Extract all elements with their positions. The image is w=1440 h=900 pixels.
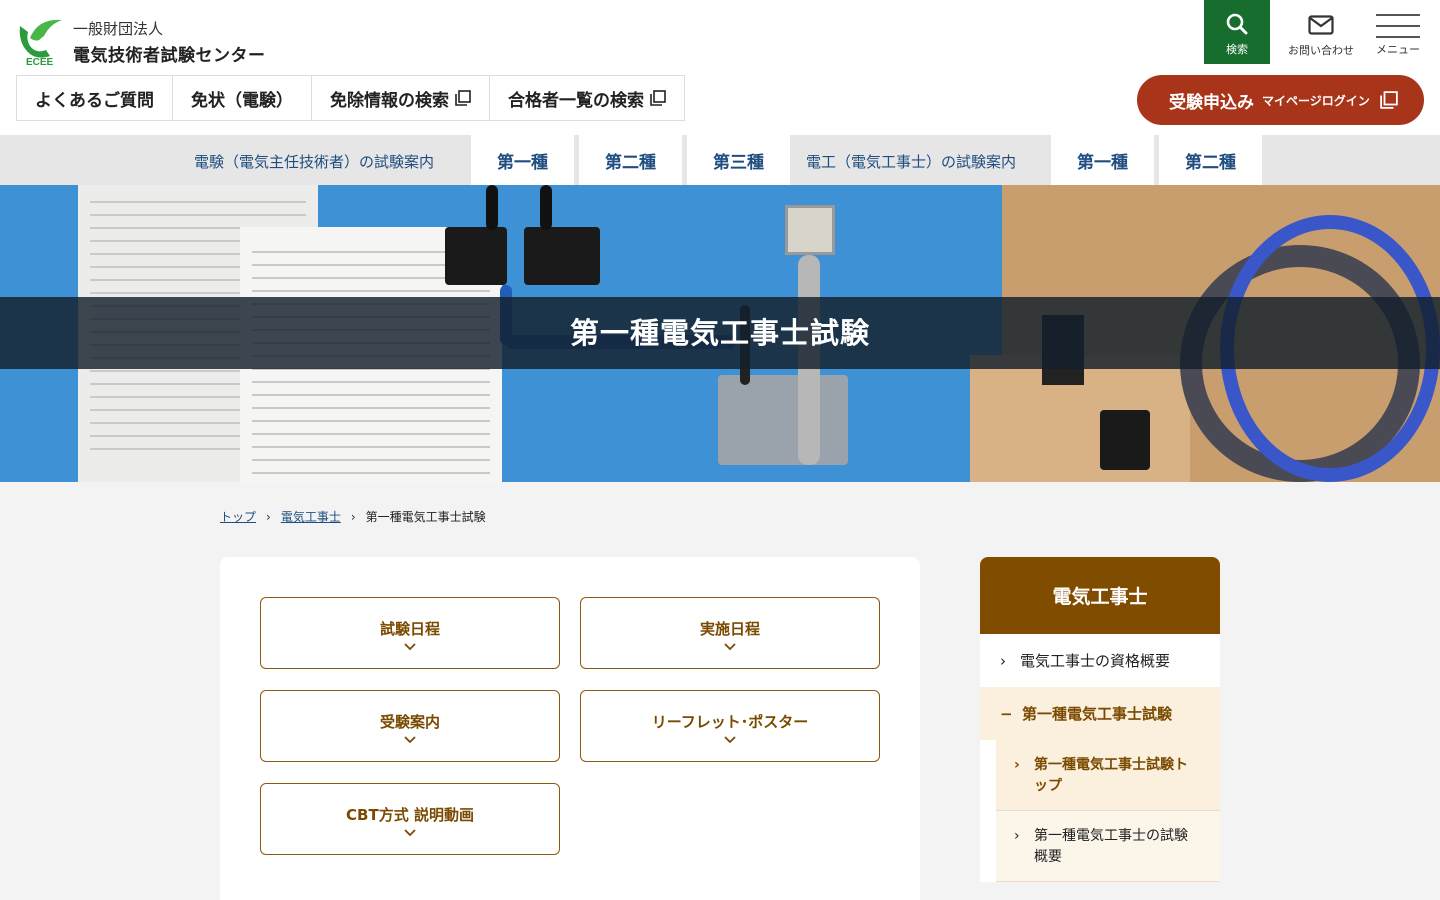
terminal-block-image [445,227,507,285]
breadcrumb-denko-link[interactable]: 電気工事士 [281,508,341,525]
external-window-icon [455,90,471,106]
tab-denken-2[interactable]: 第二種 [579,135,682,185]
side-sub-item-overview[interactable]: › 第一種電気工事士の試験概要 [996,811,1220,882]
external-window-icon [650,90,666,106]
junction-box-image [718,375,848,465]
ecee-logo[interactable]: ECEE [16,16,70,68]
menu-label: メニュー [1376,43,1420,56]
exemption-search-link[interactable]: 免除情報の検索 [312,76,490,120]
cable-image [486,185,498,230]
tab-denko-1[interactable]: 第一種 [1051,135,1154,185]
switch-image [785,205,835,255]
chevron-right-icon: › [1014,828,1020,844]
org-name[interactable]: 電気技術者試験センター [73,41,266,66]
external-window-icon [1379,91,1398,109]
breadcrumb-top-link[interactable]: トップ [220,508,256,525]
chevron-down-icon [724,643,736,651]
page-title: 第一種電気工事士試験 [569,316,870,350]
hamburger-icon [1376,14,1420,38]
cable-image [540,185,552,230]
chevron-down-icon [404,829,416,837]
chevron-down-icon [724,736,736,744]
minus-icon: − [1000,704,1013,723]
denko-guide-link[interactable]: 電工（電気工事士）の試験案内 [806,151,1016,172]
side-sub-item-top[interactable]: › 第一種電気工事士試験トップ [996,740,1220,811]
search-icon [1226,13,1248,35]
anchor-links-card: 試験日程 実施日程 受験案内 リーフレット･ポスター CBT方式 説明動画 [220,557,920,900]
tab-denken-3[interactable]: 第三種 [687,135,790,185]
anchor-exam-schedule[interactable]: 試験日程 [260,597,560,669]
apply-label: 受験申込み [1169,92,1254,113]
logo-text: ECEE [26,57,54,66]
chevron-down-icon [404,736,416,744]
breadcrumb: トップ › 電気工事士 › 第一種電気工事士試験 [220,508,486,525]
apply-mypage-button[interactable]: 受験申込み マイページログイン [1137,75,1424,125]
exam-category-bar: 電験（電気主任技術者）の試験案内 第一種 第二種 第三種 電工（電気工事士）の試… [0,135,1440,185]
faq-link[interactable]: よくあるご質問 [17,76,173,120]
anchor-implementation-schedule[interactable]: 実施日程 [580,597,880,669]
search-label: 検索 [1226,43,1248,56]
terminal-block-image [524,227,600,285]
side-item-overview[interactable]: › 電気工事士の資格概要 [980,634,1220,687]
tab-denken-1[interactable]: 第一種 [471,135,574,185]
mypage-login-label: マイページログイン [1262,93,1370,108]
utility-nav: よくあるご質問 免状（電験） 免除情報の検索 合格者一覧の検索 [16,75,685,121]
chevron-down-icon [404,643,416,651]
anchor-leaflet-poster[interactable]: リーフレット･ポスター [580,690,880,762]
anchor-exam-guide[interactable]: 受験案内 [260,690,560,762]
side-item-class1-exam[interactable]: − 第一種電気工事士試験 [980,687,1220,740]
passer-search-link[interactable]: 合格者一覧の検索 [490,76,684,120]
side-nav-title[interactable]: 電気工事士 [980,557,1220,634]
anchor-cbt-video[interactable]: CBT方式 説明動画 [260,783,560,855]
side-submenu: › 第一種電気工事士試験トップ › 第一種電気工事士の試験概要 [980,740,1220,882]
hero-banner: 第一種電気工事士試験 [0,185,1440,482]
mail-icon [1308,15,1334,35]
terminal-block-image [1100,410,1150,470]
chevron-right-icon: › [1014,757,1020,773]
license-link[interactable]: 免状（電験） [173,76,312,120]
side-nav: 電気工事士 › 電気工事士の資格概要 − 第一種電気工事士試験 › 第一種電気工… [980,557,1220,900]
chevron-right-icon: › [266,509,271,524]
contact-label: お問い合わせ [1288,44,1354,57]
search-button[interactable]: 検索 [1204,0,1270,64]
site-header: ECEE 一般財団法人 電気技術者試験センター 検索 お問い合わせ メニュー よ… [0,0,1440,135]
contact-button[interactable]: お問い合わせ [1280,0,1362,64]
org-type-label: 一般財団法人 [73,20,164,38]
denken-guide-link[interactable]: 電験（電気主任技術者）の試験案内 [194,151,434,172]
menu-button[interactable]: メニュー [1368,0,1428,64]
breadcrumb-current: 第一種電気工事士試験 [365,510,486,524]
chevron-right-icon: › [350,509,356,524]
tab-denko-2[interactable]: 第二種 [1159,135,1262,185]
chevron-right-icon: › [1000,651,1006,670]
